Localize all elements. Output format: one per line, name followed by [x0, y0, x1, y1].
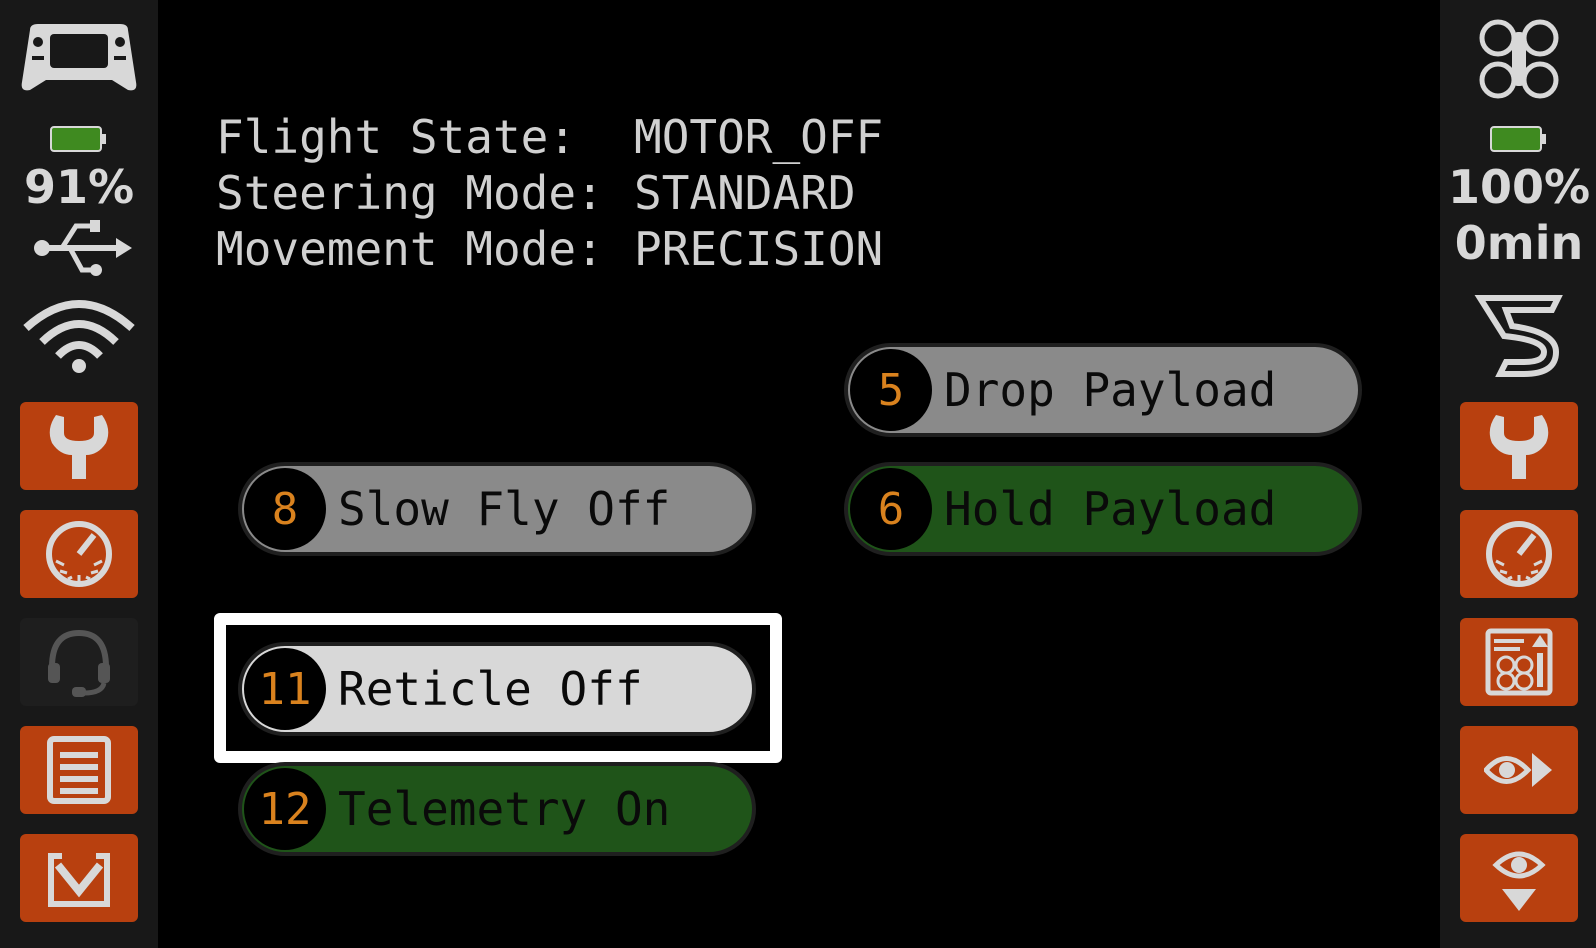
left-sidebar: 91%	[0, 0, 158, 948]
flight-state-line: Flight State: MOTOR_OFF	[216, 110, 883, 164]
right-sidebar: 100% 0min	[1440, 0, 1596, 948]
key-badge: 8	[244, 468, 326, 550]
telemetry-button[interactable]: 12 Telemetry On	[238, 762, 756, 856]
wrench-icon	[49, 415, 109, 479]
download-button[interactable]	[20, 834, 138, 922]
key-badge: 12	[244, 768, 326, 850]
reticle-button[interactable]: 11 Reticle Off	[238, 642, 756, 736]
headset-button[interactable]	[20, 618, 138, 706]
hold-payload-button[interactable]: 6 Hold Payload	[844, 462, 1362, 556]
eye-forward-icon	[1484, 753, 1552, 787]
drone-info-button[interactable]	[1460, 618, 1578, 706]
drone-info-icon	[1485, 628, 1553, 696]
button-label: Drop Payload	[944, 363, 1277, 417]
wrench-button-right[interactable]	[1460, 402, 1578, 490]
key-badge: 11	[244, 648, 326, 730]
controller-icon	[20, 22, 138, 92]
steering-mode-line: Steering Mode: STANDARD	[216, 166, 856, 220]
button-label: Slow Fly Off	[338, 482, 671, 536]
movement-mode-value: PRECISION	[634, 222, 884, 276]
movement-mode-label: Movement Mode:	[216, 222, 604, 276]
document-button[interactable]	[20, 726, 138, 814]
movement-mode-line: Movement Mode: PRECISION	[216, 222, 883, 276]
usb-icon	[20, 218, 138, 278]
headset-icon	[48, 629, 110, 697]
brand-logo-icon	[1460, 292, 1578, 378]
controller-battery-percent: 91%	[23, 160, 135, 214]
wrench-icon	[1489, 415, 1549, 479]
key-badge: 6	[850, 468, 932, 550]
button-label: Telemetry On	[338, 782, 671, 836]
battery-icon	[50, 126, 106, 152]
steering-mode-label: Steering Mode:	[216, 166, 604, 220]
gauge-icon	[46, 521, 112, 587]
drone-battery-percent: 100%	[1447, 160, 1591, 214]
button-label: Hold Payload	[944, 482, 1277, 536]
download-icon	[48, 853, 110, 907]
battery-icon	[1490, 126, 1546, 152]
eye-forward-button[interactable]	[1460, 726, 1578, 814]
eye-down-icon	[1492, 851, 1546, 911]
slow-fly-button[interactable]: 8 Slow Fly Off	[238, 462, 756, 556]
drone-icon	[1460, 18, 1578, 100]
flight-state-value: MOTOR_OFF	[634, 110, 884, 164]
gauge-button[interactable]	[20, 510, 138, 598]
gauge-button-right[interactable]	[1460, 510, 1578, 598]
document-icon	[47, 736, 111, 804]
eye-down-button[interactable]	[1460, 834, 1578, 922]
wrench-button[interactable]	[20, 402, 138, 490]
wifi-icon	[20, 292, 138, 374]
gauge-icon	[1486, 521, 1552, 587]
flight-state-label: Flight State:	[216, 110, 577, 164]
key-badge: 5	[850, 349, 932, 431]
steering-mode-value: STANDARD	[634, 166, 856, 220]
flight-time: 0min	[1454, 216, 1584, 270]
drop-payload-button[interactable]: 5 Drop Payload	[844, 343, 1362, 437]
button-label: Reticle Off	[338, 662, 643, 716]
